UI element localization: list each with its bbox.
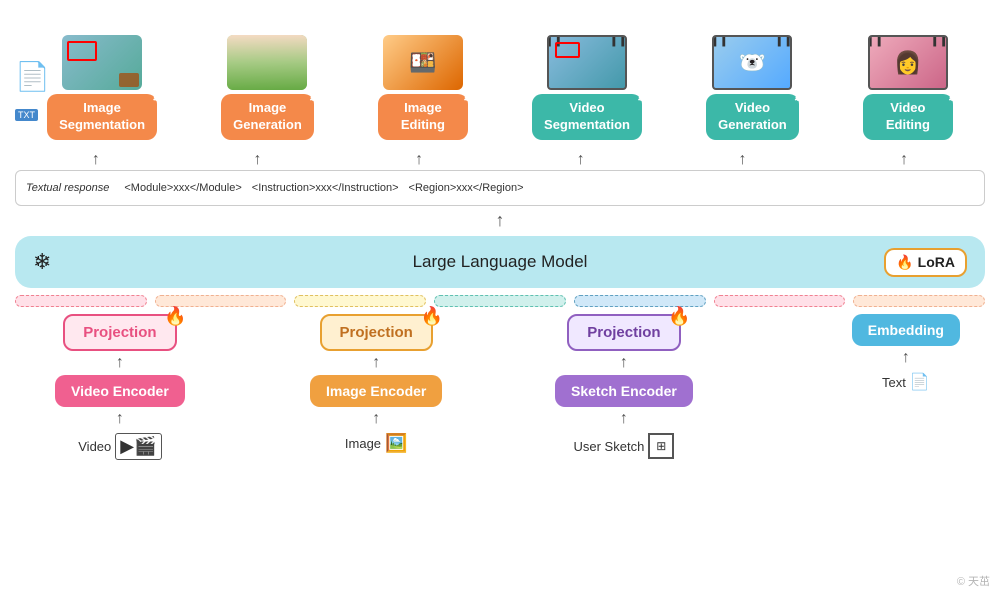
sketch-proj-box: Projection 🔥 [567,314,680,351]
snowflake-icon: ❄ [152,86,167,109]
img-edit-label: ImageEditing ❄ [378,94,468,140]
text-icon: 📄 [910,372,930,392]
sketch-encoder-col: Projection 🔥 ↑ Sketch Encoder ❄ ↑ User S… [555,314,693,459]
arrow-up-sketch: ↑ [620,355,628,371]
arrow-up-6: ↑ [859,148,949,172]
snowflake-icon: ❄ [637,86,652,109]
video-bottom-label: Video ▶🎬 [78,433,161,460]
top-section: 📄TXT ImageSegmentation ❄ ImageGeneration… [0,0,1000,220]
embedding-label: Embedding [868,322,944,338]
thumb-img-seg [62,35,142,90]
arrow-up-4: ↑ [536,148,626,172]
main-up-arrow: ↑ [496,210,505,231]
fire-icon: 🔥 [896,254,913,271]
output-box-img-edit: 🍱 ImageEditing ❄ [378,35,468,140]
snowflake-icon: ❄ [948,86,963,109]
snowflake-icon: ❄ [957,306,970,326]
text-label-text: Text [882,375,906,390]
image-enc-box: Image Encoder ❄ [310,375,442,407]
encoder-section: Projection 🔥 ↑ Video Encoder ❄ ↑ Video ▶… [0,296,1000,597]
arrow-up-2: ↑ [212,148,302,172]
llm-label: Large Language Model [413,252,588,272]
sketch-enc-box: Sketch Encoder ❄ [555,375,693,407]
arrow-up-1: ↑ [51,148,141,172]
lora-label: LoRA [918,254,955,270]
image-icon: 🖼️ [385,433,407,454]
arrow-up-video: ↑ [116,355,124,371]
image-enc-label: Image Encoder [326,383,426,399]
arrow-up-3: ↑ [374,148,464,172]
video-encoder-col: Projection 🔥 ↑ Video Encoder ❄ ↑ Video ▶… [55,314,185,460]
arrow-up-image-2: ↑ [372,411,380,427]
arrow-up-sketch-2: ↑ [620,411,628,427]
snowflake-icon: ❄ [441,395,454,415]
snowflake-icon: ❄ [463,86,478,109]
image-proj-label: Projection [340,324,413,341]
image-encoder-col: Projection 🔥 ↑ Image Encoder ❄ ↑ Image 🖼… [310,314,442,454]
sketch-enc-label: Sketch Encoder [571,383,677,399]
embedding-col: Embedding ❄ ↑ Text 📄 [852,314,960,392]
output-box-vid-seg: VideoSegmentation ❄ [532,35,642,140]
module-tag: <Module>xxx</Module> [124,182,241,194]
arrow-up-image: ↑ [372,355,380,371]
llm-section: ❄ Large Language Model 🔥 LoRA [15,236,985,288]
output-box-vid-gen: 🐻‍❄️ VideoGeneration ❄ [706,35,799,140]
sketch-proj-label: Projection [587,324,660,341]
snowflake-icon: ❄ [794,86,809,109]
sketch-label-text: User Sketch [574,439,645,454]
watermark: © 天茁 [957,573,990,589]
lora-badge: 🔥 LoRA [884,248,967,277]
fire-icon: 🔥 [164,306,186,327]
video-enc-box: Video Encoder ❄ [55,375,185,407]
vid-gen-label: VideoGeneration ❄ [706,94,799,140]
thumb-vid-gen: 🐻‍❄️ [712,35,792,90]
vid-edit-label: VideoEditing ❄ [863,94,953,140]
region-tag: <Region>xxx</Region> [409,182,524,194]
textual-response-label: Textual response [26,182,109,194]
img-gen-label: ImageGeneration ❄ [221,94,314,140]
llm-snowflake-icon: ❄ [33,249,51,275]
arrow-up-video-2: ↑ [116,411,124,427]
embedding-box: Embedding ❄ [852,314,960,346]
snowflake-icon: ❄ [183,395,196,415]
snowflake-icon: ❄ [691,395,704,415]
thumb-img-edit: 🍱 [383,35,463,90]
output-boxes: ImageSegmentation ❄ ImageGeneration ❄ 🍱 … [15,10,985,140]
sketch-icon: ⊞ [648,433,674,459]
image-proj-box: Projection 🔥 [320,314,433,351]
image-label-text: Image [345,436,381,451]
video-enc-label: Video Encoder [71,383,169,399]
output-box-img-seg: ImageSegmentation ❄ [47,35,157,140]
video-icon: ▶🎬 [115,433,161,460]
sketch-bottom-label: User Sketch ⊞ [574,433,675,459]
thumb-vid-seg [547,35,627,90]
video-proj-box: Projection 🔥 [63,314,176,351]
img-seg-label: ImageSegmentation ❄ [47,94,157,140]
response-bar: Textual response <Module>xxx</Module> <I… [15,170,985,206]
thumb-vid-edit: 👩 [868,35,948,90]
video-label-text: Video [78,439,111,454]
fire-icon: 🔥 [420,306,442,327]
vid-seg-label: VideoSegmentation ❄ [532,94,642,140]
thumb-img-gen [227,35,307,90]
instruction-tag: <Instruction>xxx</Instruction> [252,182,399,194]
arrow-up-5: ↑ [697,148,787,172]
arrow-up-emb: ↑ [902,350,910,366]
output-box-img-gen: ImageGeneration ❄ [221,35,314,140]
text-bottom-label: Text 📄 [882,372,930,392]
arrows-row-top: ↑ ↑ ↑ ↑ ↑ ↑ [15,148,985,172]
snowflake-icon: ❄ [309,86,324,109]
output-box-vid-edit: 👩 VideoEditing ❄ [863,35,953,140]
fire-icon: 🔥 [668,306,690,327]
image-bottom-label: Image 🖼️ [345,433,408,454]
video-proj-label: Projection [83,324,156,341]
